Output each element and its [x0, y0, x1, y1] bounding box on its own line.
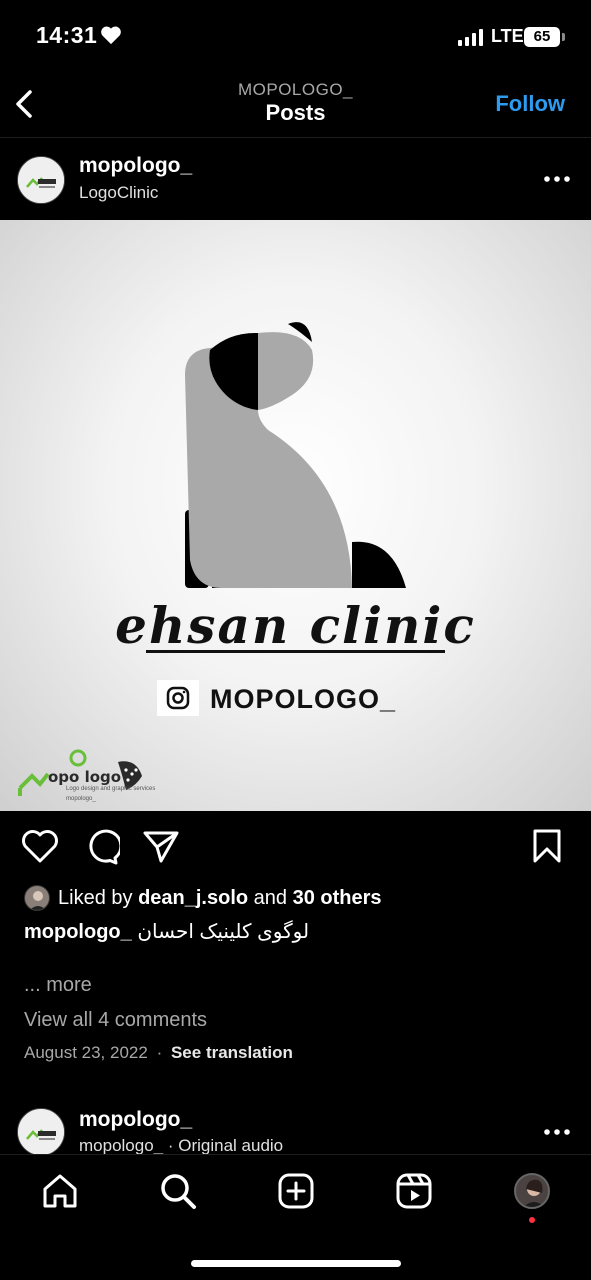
brand-text: ehsan clinic — [115, 596, 476, 655]
caption: mopologo_ لوگوی کلینیک احسان — [24, 919, 309, 944]
next-post-avatar[interactable] — [17, 1108, 65, 1154]
home-indicator[interactable] — [191, 1260, 401, 1267]
reels-icon[interactable] — [394, 1171, 434, 1211]
liker-avatar — [24, 885, 50, 911]
caption-more-link[interactable]: ... more — [24, 974, 92, 997]
liker-username[interactable]: dean_j.solo — [138, 887, 248, 909]
heart-status-icon — [101, 26, 121, 45]
network-label: LTE — [491, 26, 524, 46]
likes-text: Liked by dean_j.solo and 30 others — [58, 887, 382, 909]
search-icon[interactable] — [158, 1171, 198, 1211]
share-send-icon[interactable] — [142, 828, 180, 864]
post-username[interactable]: mopologo_ — [79, 154, 192, 178]
battery-icon: 65 — [524, 27, 560, 47]
instagram-icon — [157, 680, 199, 716]
watermark-handle: mopologo_ — [66, 796, 96, 802]
see-translation-link[interactable]: See translation — [171, 1043, 293, 1062]
nav-header: MOPOLOGO_ Posts Follow — [0, 76, 591, 138]
more-options-icon[interactable] — [543, 1128, 571, 1136]
likes-line[interactable]: Liked by dean_j.solo and 30 others — [24, 884, 584, 914]
caption-text: لوگوی کلینیک احسان — [137, 921, 310, 943]
status-time: 14:31 — [36, 22, 98, 48]
status-bar: 14:31 LTE 65 — [0, 0, 591, 76]
create-post-icon[interactable] — [276, 1171, 316, 1211]
next-post-username[interactable]: mopologo_ — [79, 1108, 192, 1132]
brand-underline — [146, 650, 445, 653]
post-header: mopologo_ LogoClinic — [0, 140, 591, 220]
next-post-audio[interactable]: mopologo_ · Original audio — [79, 1136, 283, 1154]
next-post-header: mopologo_ mopologo_ · Original audio — [0, 1100, 591, 1154]
image-ig-handle: MOPOLOGO_ — [210, 684, 397, 714]
post-image[interactable]: ehsan clinic MOPOLOGO_ opo logo Logo des… — [0, 220, 591, 811]
bookmark-icon[interactable] — [530, 828, 564, 864]
post-subtitle[interactable]: LogoClinic — [79, 183, 158, 203]
comment-icon[interactable] — [82, 828, 120, 866]
home-icon[interactable] — [40, 1171, 80, 1211]
likes-others[interactable]: 30 others — [293, 887, 382, 909]
post-date: August 23, 2022 — [24, 1043, 148, 1062]
caption-username[interactable]: mopologo_ — [24, 921, 132, 943]
clinic-logo-graphic — [185, 322, 406, 588]
more-options-icon[interactable] — [543, 175, 571, 183]
view-comments-link[interactable]: View all 4 comments — [24, 1009, 207, 1032]
notification-dot — [529, 1217, 535, 1223]
follow-button[interactable]: Follow — [495, 91, 565, 117]
profile-avatar[interactable] — [514, 1173, 550, 1209]
signal-icon — [458, 29, 483, 46]
watermark-tagline: Logo design and graphic services — [66, 786, 156, 792]
battery-cap — [562, 33, 565, 41]
watermark-text: opo logo — [48, 768, 122, 786]
post-date-line: August 23, 2022 · See translation — [24, 1043, 293, 1062]
mopologo-logo-icon — [18, 1109, 64, 1154]
like-heart-icon[interactable] — [21, 828, 59, 864]
mopologo-logo-icon — [18, 157, 64, 203]
avatar[interactable] — [17, 156, 65, 204]
post-actions — [0, 828, 591, 872]
